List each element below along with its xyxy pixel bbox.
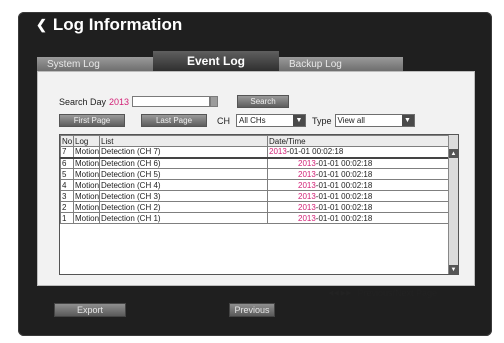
ch-select-value: All CHs — [239, 116, 266, 125]
event-log-table: No. Log List Date/Time 7 Motion Detection … — [59, 134, 459, 275]
tab-event-log[interactable]: Event Log — [153, 51, 279, 71]
table-row[interactable]: 1 Motion Detection (CH 1) 2013-01-01 00:02:… — [60, 212, 451, 224]
tab-backup-log[interactable]: Backup Log — [279, 57, 403, 71]
col-header-no: No. — [60, 135, 74, 147]
table-header-row: No. Log List Date/Time — [60, 135, 451, 147]
type-label: Type — [312, 115, 332, 126]
cell-list: Detection (CH 7) — [99, 146, 268, 159]
col-header-datetime: Date/Time — [267, 135, 451, 147]
search-row: Search Day 2013 Search — [59, 95, 290, 108]
search-day-label: Search Day — [59, 96, 107, 107]
cell-list: Detection (CH 5) — [99, 168, 268, 180]
cell-datetime: 2013-01-01 00:02:18 — [267, 212, 451, 224]
prev-next-arrows-icon[interactable]: ◀◀ ▶▶ — [328, 289, 351, 297]
scroll-up-icon[interactable]: ▲ — [449, 149, 458, 158]
cell-no: 3 — [60, 190, 74, 202]
event-log-panel: Search Day 2013 Search First Page Last P… — [37, 71, 475, 298]
type-select-value: View all — [337, 116, 365, 125]
filter-row: First Page Last Page CH All CHs ▼ Type V… — [59, 114, 415, 127]
cell-list: Detection (CH 4) — [99, 179, 268, 191]
cell-log: Motion — [73, 212, 100, 224]
table-row[interactable]: 3 Motion Detection (CH 3) 2013-01-01 00:02:… — [60, 190, 451, 202]
pager: ◀◀ ▶▶ Previous/Next Page — [328, 288, 437, 298]
tab-system-log[interactable]: System Log — [37, 57, 153, 71]
tab-bar: System Log Event Log Backup Log — [37, 51, 438, 71]
cell-log: Motion — [73, 146, 100, 159]
cell-datetime: 2013-01-01 00:02:18 — [267, 190, 451, 202]
cell-no: 2 — [60, 201, 74, 213]
cell-log: Motion — [73, 190, 100, 202]
pager-label: Previous/Next Page — [357, 288, 438, 298]
cell-no: 6 — [60, 157, 74, 169]
col-header-list: List — [99, 135, 268, 147]
table-row[interactable]: 7 Motion Detection (CH 7) 2013-01-01 00:02:… — [60, 146, 451, 159]
search-date-input[interactable] — [132, 96, 211, 107]
type-select[interactable]: View all ▼ — [334, 114, 415, 127]
col-header-log: Log — [73, 135, 100, 147]
cell-list: Detection (CH 3) — [99, 190, 268, 202]
scroll-down-icon[interactable]: ▼ — [449, 265, 458, 274]
log-information-window: ❮ Log Information System Log Event Log B… — [18, 12, 492, 336]
first-page-button[interactable]: First Page — [59, 114, 125, 127]
table-row[interactable]: 4 Motion Detection (CH 4) 2013-01-01 00:02:… — [60, 179, 451, 191]
cell-datetime: 2013-01-01 00:02:18 — [267, 157, 451, 169]
cell-datetime: 2013-01-01 00:02:18 — [267, 168, 451, 180]
table-row[interactable]: 2 Motion Detection (CH 2) 2013-01-01 00:02:… — [60, 201, 451, 213]
search-year: 2013 — [109, 96, 130, 107]
last-page-button[interactable]: Last Page — [141, 114, 207, 127]
search-button[interactable]: Search — [237, 95, 290, 108]
chevron-down-icon: ▼ — [401, 115, 414, 126]
cell-no: 7 — [60, 146, 74, 159]
previous-button[interactable]: Previous — [229, 303, 275, 317]
chevron-left-icon[interactable]: ❮ — [36, 17, 47, 33]
window-title: ❮ Log Information — [36, 15, 182, 35]
table-row[interactable]: 5 Motion Detection (CH 5) 2013-01-01 00:02:… — [60, 168, 451, 180]
table-scrollbar[interactable]: ▲ ▼ — [448, 135, 458, 274]
cell-list: Detection (CH 6) — [99, 157, 268, 169]
ch-label: CH — [217, 115, 230, 126]
cell-no: 1 — [60, 212, 74, 224]
cell-no: 4 — [60, 179, 74, 191]
date-spinner[interactable] — [210, 96, 219, 107]
cell-log: Motion — [73, 201, 100, 213]
cell-list: Detection (CH 1) — [99, 212, 268, 224]
cell-log: Motion — [73, 179, 100, 191]
ch-select[interactable]: All CHs ▼ — [236, 114, 306, 127]
window-title-text: Log Information — [52, 15, 183, 34]
cell-log: Motion — [73, 168, 100, 180]
cell-datetime: 2013-01-01 00:02:18 — [267, 146, 451, 159]
export-button[interactable]: Export — [54, 303, 126, 317]
cell-datetime: 2013-01-01 00:02:18 — [267, 201, 451, 213]
cell-no: 5 — [60, 168, 74, 180]
chevron-down-icon: ▼ — [293, 115, 305, 126]
table-row[interactable]: 6 Motion Detection (CH 6) 2013-01-01 00:02:… — [60, 157, 451, 169]
cell-log: Motion — [73, 157, 100, 169]
cell-datetime: 2013-01-01 00:02:18 — [267, 179, 451, 191]
cell-list: Detection (CH 2) — [99, 201, 268, 213]
